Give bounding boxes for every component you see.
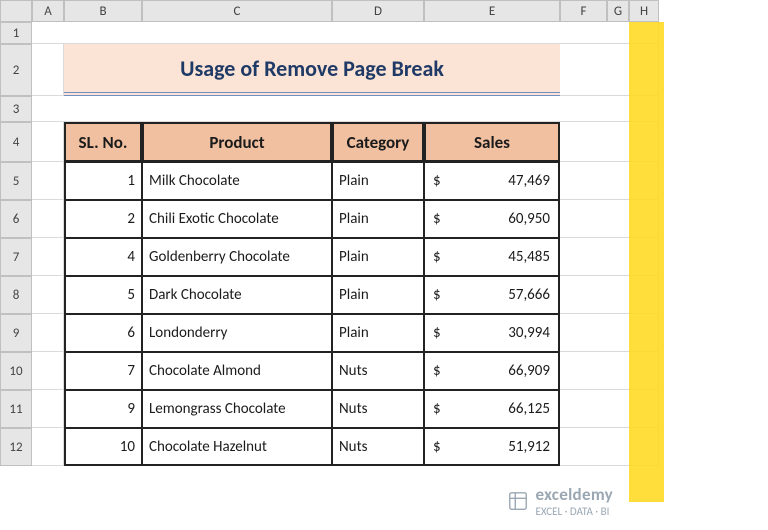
sales-value: 47,469: [508, 172, 550, 190]
currency-symbol: $: [433, 362, 441, 380]
table-cell-category[interactable]: Plain: [332, 276, 424, 314]
table-cell-product[interactable]: Londonderry: [142, 314, 332, 352]
table-cell-sales[interactable]: $45,485: [424, 238, 560, 276]
cell[interactable]: [32, 22, 659, 44]
select-all-corner[interactable]: [0, 0, 32, 22]
cell[interactable]: [32, 162, 64, 200]
cell[interactable]: [32, 390, 64, 428]
currency-symbol: $: [433, 286, 441, 304]
currency-symbol: $: [433, 400, 441, 418]
title-cell[interactable]: Usage of Remove Page Break: [64, 44, 560, 96]
col-header-a[interactable]: A: [32, 0, 64, 22]
col-header-b[interactable]: B: [64, 0, 142, 22]
col-header-c[interactable]: C: [142, 0, 332, 22]
row-header-3[interactable]: 3: [0, 96, 32, 122]
cell[interactable]: [32, 428, 64, 466]
table-cell-product[interactable]: Goldenberry Chocolate: [142, 238, 332, 276]
table-cell-sales[interactable]: $66,125: [424, 390, 560, 428]
table-header-sales[interactable]: Sales: [424, 122, 560, 162]
table-cell-category[interactable]: Nuts: [332, 428, 424, 466]
table-cell-sl[interactable]: 7: [64, 352, 142, 390]
cell[interactable]: [32, 44, 64, 96]
cell[interactable]: [32, 276, 64, 314]
col-header-f[interactable]: F: [560, 0, 607, 22]
table-cell-sl[interactable]: 10: [64, 428, 142, 466]
row-header-4[interactable]: 4: [0, 122, 32, 162]
table-cell-product[interactable]: Chocolate Hazelnut: [142, 428, 332, 466]
table-cell-sales[interactable]: $60,950: [424, 200, 560, 238]
sales-value: 66,125: [508, 400, 550, 418]
table-cell-sl[interactable]: 4: [64, 238, 142, 276]
row-header-1[interactable]: 1: [0, 22, 32, 44]
table-cell-sales[interactable]: $51,912: [424, 428, 560, 466]
cell[interactable]: [32, 238, 64, 276]
row-header-10[interactable]: 10: [0, 352, 32, 390]
cell[interactable]: [32, 200, 64, 238]
table-header-product[interactable]: Product: [142, 122, 332, 162]
sales-value: 66,909: [508, 362, 550, 380]
col-header-g[interactable]: G: [607, 0, 629, 22]
logo-icon: [507, 490, 529, 512]
row-header-9[interactable]: 9: [0, 314, 32, 352]
watermark-name: exceldemy: [535, 484, 613, 505]
table-cell-category[interactable]: Nuts: [332, 352, 424, 390]
row-header-2[interactable]: 2: [0, 44, 32, 96]
currency-symbol: $: [433, 248, 441, 266]
table-cell-product[interactable]: Chocolate Almond: [142, 352, 332, 390]
row-header-7[interactable]: 7: [0, 238, 32, 276]
table-cell-category[interactable]: Plain: [332, 162, 424, 200]
table-header-sl[interactable]: SL. No.: [64, 122, 142, 162]
table-cell-product[interactable]: Lemongrass Chocolate: [142, 390, 332, 428]
row-header-5[interactable]: 5: [0, 162, 32, 200]
table-cell-product[interactable]: Milk Chocolate: [142, 162, 332, 200]
row-header-12[interactable]: 12: [0, 428, 32, 466]
sales-value: 45,485: [508, 248, 550, 266]
cell[interactable]: [32, 122, 64, 162]
col-header-h[interactable]: H: [629, 0, 659, 22]
table-cell-sl[interactable]: 2: [64, 200, 142, 238]
sales-value: 57,666: [508, 286, 550, 304]
table-cell-sales[interactable]: $47,469: [424, 162, 560, 200]
table-cell-sl[interactable]: 1: [64, 162, 142, 200]
table-cell-category[interactable]: Plain: [332, 200, 424, 238]
cell[interactable]: [32, 352, 64, 390]
table-cell-sales[interactable]: $30,994: [424, 314, 560, 352]
column-highlight: [629, 22, 664, 502]
col-header-d[interactable]: D: [332, 0, 424, 22]
table-header-category[interactable]: Category: [332, 122, 424, 162]
table-cell-product[interactable]: Dark Chocolate: [142, 276, 332, 314]
currency-symbol: $: [433, 438, 441, 456]
table-cell-sl[interactable]: 6: [64, 314, 142, 352]
table-cell-category[interactable]: Plain: [332, 314, 424, 352]
cell[interactable]: [32, 96, 659, 122]
sales-value: 51,912: [508, 438, 550, 456]
currency-symbol: $: [433, 210, 441, 228]
currency-symbol: $: [433, 324, 441, 342]
cell[interactable]: [32, 314, 64, 352]
table-cell-category[interactable]: Nuts: [332, 390, 424, 428]
table-cell-sales[interactable]: $57,666: [424, 276, 560, 314]
sales-value: 30,994: [508, 324, 550, 342]
watermark-tag: EXCEL · DATA · BI: [535, 505, 613, 518]
table-cell-sl[interactable]: 5: [64, 276, 142, 314]
col-header-e[interactable]: E: [424, 0, 560, 22]
row-header-11[interactable]: 11: [0, 390, 32, 428]
table-cell-category[interactable]: Plain: [332, 238, 424, 276]
table-cell-sl[interactable]: 9: [64, 390, 142, 428]
table-cell-product[interactable]: Chili Exotic Chocolate: [142, 200, 332, 238]
sales-value: 60,950: [508, 210, 550, 228]
watermark: exceldemy EXCEL · DATA · BI: [507, 484, 613, 518]
row-header-6[interactable]: 6: [0, 200, 32, 238]
currency-symbol: $: [433, 172, 441, 190]
table-cell-sales[interactable]: $66,909: [424, 352, 560, 390]
row-header-8[interactable]: 8: [0, 276, 32, 314]
